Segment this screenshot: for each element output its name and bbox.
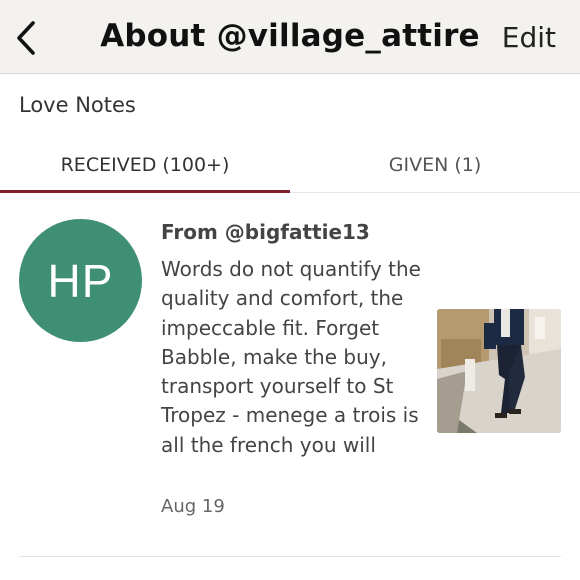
tab-bar: RECEIVED (100+) GIVEN (1)	[0, 136, 580, 193]
note-author[interactable]: From @bigfattie13	[161, 220, 370, 244]
navigation-bar: About @village_attire Edit	[0, 0, 580, 74]
avatar[interactable]: HP	[19, 219, 142, 342]
page-title: About @village_attire	[100, 18, 480, 54]
listing-photo	[437, 309, 561, 433]
note-date: Aug 19	[161, 496, 225, 517]
section-title: Love Notes	[19, 93, 136, 117]
active-tab-indicator	[0, 190, 290, 193]
listing-thumbnail[interactable]	[437, 309, 561, 433]
edit-button[interactable]: Edit	[502, 21, 556, 54]
love-note-item: HP From @bigfattie13 Words do not quanti…	[0, 194, 580, 557]
tab-given[interactable]: GIVEN (1)	[290, 136, 580, 193]
note-text: Words do not quantify the quality and co…	[161, 257, 421, 457]
list-divider	[19, 556, 561, 557]
tab-received[interactable]: RECEIVED (100+)	[0, 136, 290, 193]
